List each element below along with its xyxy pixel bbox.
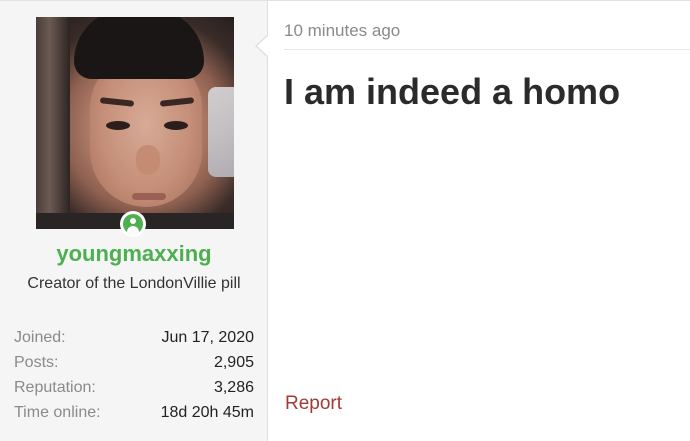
report-link[interactable]: Report <box>285 393 342 415</box>
stat-value[interactable]: 2,905 <box>214 350 254 375</box>
avatar-face <box>90 57 202 207</box>
stat-label: Posts: <box>14 354 59 371</box>
avatar-eye <box>106 121 130 130</box>
stat-row-posts: Posts: 2,905 <box>14 350 254 375</box>
stat-label: Reputation: <box>14 379 96 396</box>
stat-label: Joined: <box>14 329 66 346</box>
forum-post: youngmaxxing Creator of the LondonVillie… <box>0 0 690 441</box>
message-arrow <box>255 34 269 58</box>
user-sidebar: youngmaxxing Creator of the LondonVillie… <box>0 1 268 441</box>
stat-row-time-online: Time online: 18d 20h 45m <box>14 400 254 425</box>
avatar-mouth <box>132 193 166 200</box>
stat-value: 18d 20h 45m <box>160 404 254 421</box>
stat-row-reputation: Reputation: 3,286 <box>14 375 254 400</box>
header-divider <box>284 49 690 50</box>
post-timestamp[interactable]: 10 minutes ago <box>284 21 400 41</box>
user-stats: Joined: Jun 17, 2020 Posts: 2,905 Reputa… <box>14 325 254 425</box>
message-body: I am indeed a homo <box>284 71 621 112</box>
stat-label: Time online: <box>14 404 101 421</box>
avatar-background <box>36 17 70 229</box>
user-online-icon <box>120 211 146 237</box>
username-link[interactable]: youngmaxxing <box>0 241 268 267</box>
message-content: 10 minutes ago I am indeed a homo Report <box>268 1 690 441</box>
avatar-hair <box>74 17 204 79</box>
stat-row-joined: Joined: Jun 17, 2020 <box>14 325 254 350</box>
avatar-eye <box>164 121 188 130</box>
avatar[interactable] <box>36 17 234 229</box>
avatar-nose <box>136 145 160 175</box>
avatar-background-light <box>208 87 234 177</box>
stat-value: Jun 17, 2020 <box>161 329 254 346</box>
user-title: Creator of the LondonVillie pill <box>27 275 241 292</box>
stat-value: 3,286 <box>213 379 254 396</box>
